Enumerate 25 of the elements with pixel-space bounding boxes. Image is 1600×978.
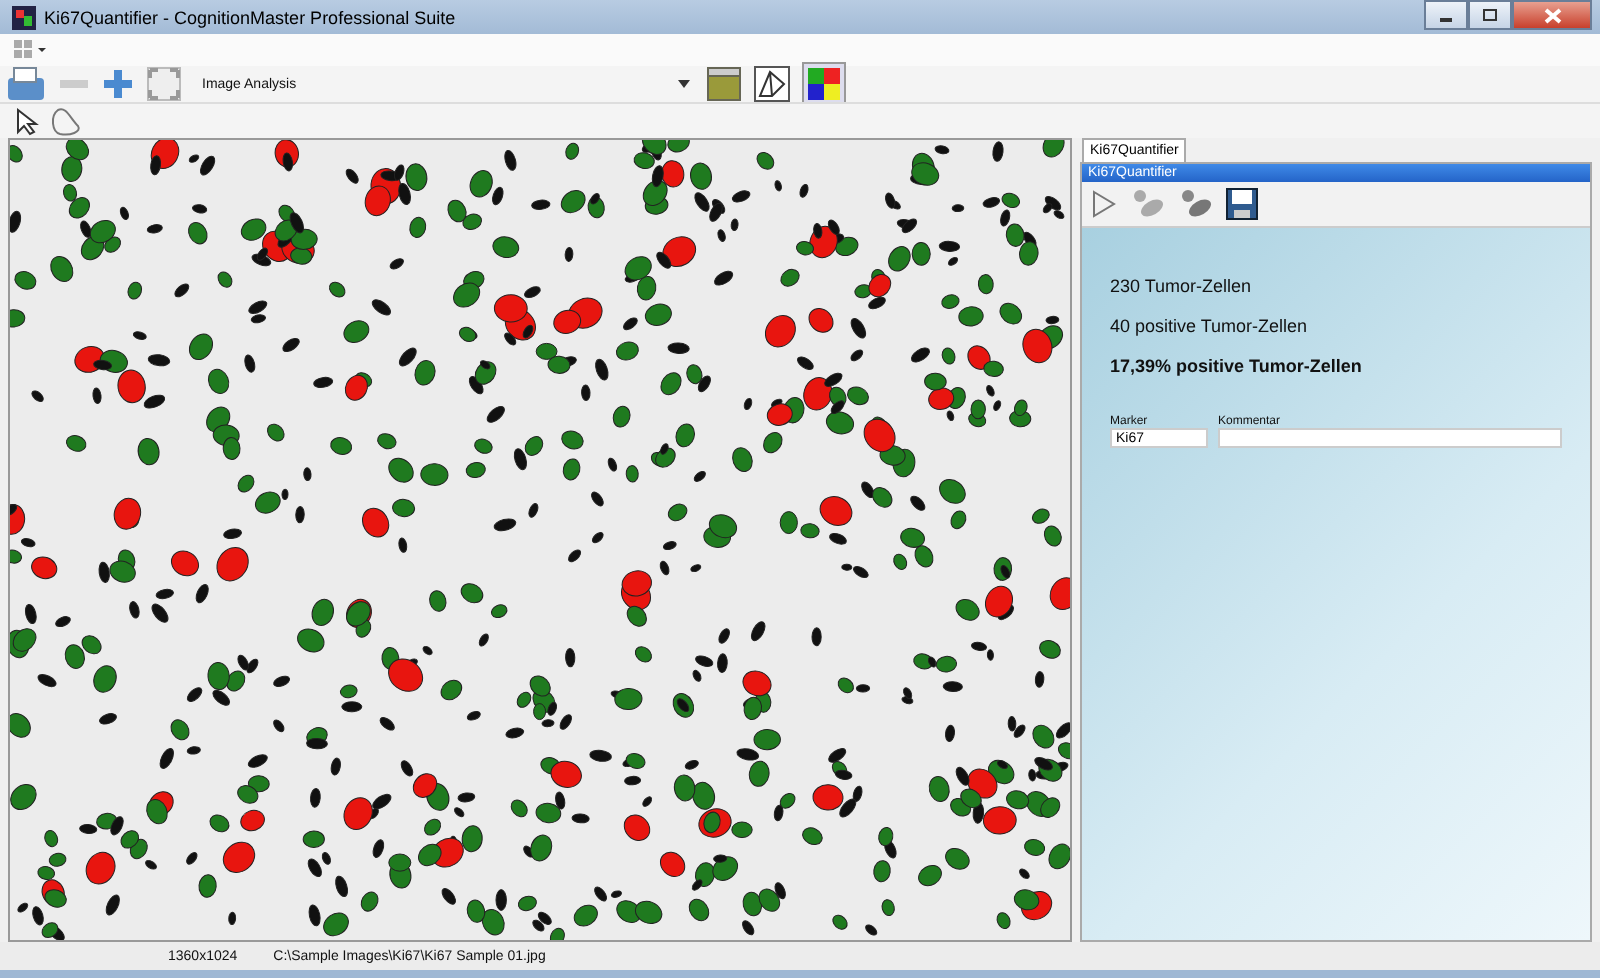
- maximize-button[interactable]: [1468, 0, 1512, 30]
- window-title: Ki67Quantifier - CognitionMaster Professional Suite: [44, 7, 458, 27]
- result-text: 230 Tumor-Zellen: [1110, 276, 1254, 296]
- printer-icon[interactable]: [6, 66, 46, 102]
- result-text: 40 positive Tumor-Zellen: [1110, 316, 1310, 336]
- pointer-icon[interactable]: [16, 107, 40, 135]
- app-icon: [12, 5, 36, 29]
- text-field[interactable]: [1218, 428, 1562, 448]
- zoom-in-icon[interactable]: [102, 68, 134, 100]
- maximize-icon: [1482, 8, 1498, 22]
- color-overlay-icon[interactable]: [802, 62, 846, 106]
- capsule-icon[interactable]: [1178, 188, 1214, 220]
- region-map-icon[interactable]: [754, 66, 790, 102]
- lasso-icon[interactable]: [50, 105, 82, 137]
- close-icon: [1543, 7, 1561, 23]
- caret-icon: [678, 80, 690, 88]
- fit-screen-icon[interactable]: [146, 66, 182, 102]
- play-icon[interactable]: [1090, 188, 1118, 220]
- folder-icon[interactable]: [706, 66, 742, 102]
- minimize-button[interactable]: [1424, 0, 1468, 30]
- capsule-icon[interactable]: [1130, 188, 1166, 220]
- grid-menu-icon[interactable]: [14, 40, 50, 60]
- save-icon[interactable]: [1226, 188, 1258, 220]
- close-button[interactable]: [1512, 0, 1592, 30]
- result-text: 17,39% positive Tumor-Zellen: [1110, 356, 1364, 376]
